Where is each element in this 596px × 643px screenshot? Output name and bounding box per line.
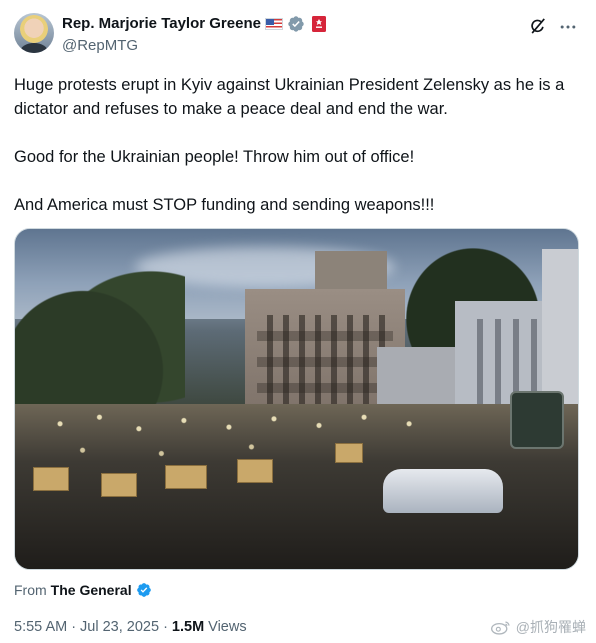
protest-sign [237,459,273,483]
government-badge-icon[interactable] [311,15,327,33]
author-handle[interactable]: @RepMTG [62,36,138,56]
meta-separator: · [71,619,77,635]
views-count[interactable]: 1.5M [172,617,204,637]
grok-icon[interactable] [528,16,548,36]
watermark: @抓狗罹蝉 [490,617,586,637]
protest-sign [101,473,137,497]
us-flag-icon [264,18,283,30]
weibo-icon [490,621,510,635]
protest-sign [335,443,363,463]
protest-sign [33,467,69,491]
video-car [383,469,503,513]
author-display-name[interactable]: Rep. Marjorie Taylor Greene [62,14,261,34]
views-label: Views [208,619,247,635]
tweet-paragraph: Huge protests erupt in Kyiv against Ukra… [14,76,565,118]
tweet-meta: 5:55 AM · Jul 23, 2025 · 1.5M Views [14,617,247,637]
tweet-text: Huge protests erupt in Kyiv against Ukra… [14,73,584,241]
author-avatar[interactable] [14,13,54,53]
video-phone [510,391,564,449]
tweet-video[interactable] [14,228,579,570]
tweet-date[interactable]: Jul 23, 2025 [80,617,159,637]
meta-separator: · [163,619,168,635]
tweet-time[interactable]: 5:55 AM [14,617,67,637]
protest-sign [165,465,207,489]
tweet-paragraph: And America must STOP funding and sendin… [14,196,435,214]
verified-blue-badge-icon [136,583,151,597]
tweet-header: Rep. Marjorie Taylor Greene @RepMTG [14,13,582,57]
avatar-figure [20,43,48,53]
media-source: From The General [14,580,152,600]
source-name-link[interactable]: The General [51,580,132,600]
tweet-paragraph: Good for the Ukrainian people! Throw him… [14,148,415,166]
author-name-row: Rep. Marjorie Taylor Greene [62,14,327,34]
source-prefix: From [14,582,47,598]
verified-gray-badge-icon[interactable] [287,15,305,33]
watermark-text: @抓狗罹蝉 [515,619,586,635]
more-icon[interactable] [558,17,578,37]
